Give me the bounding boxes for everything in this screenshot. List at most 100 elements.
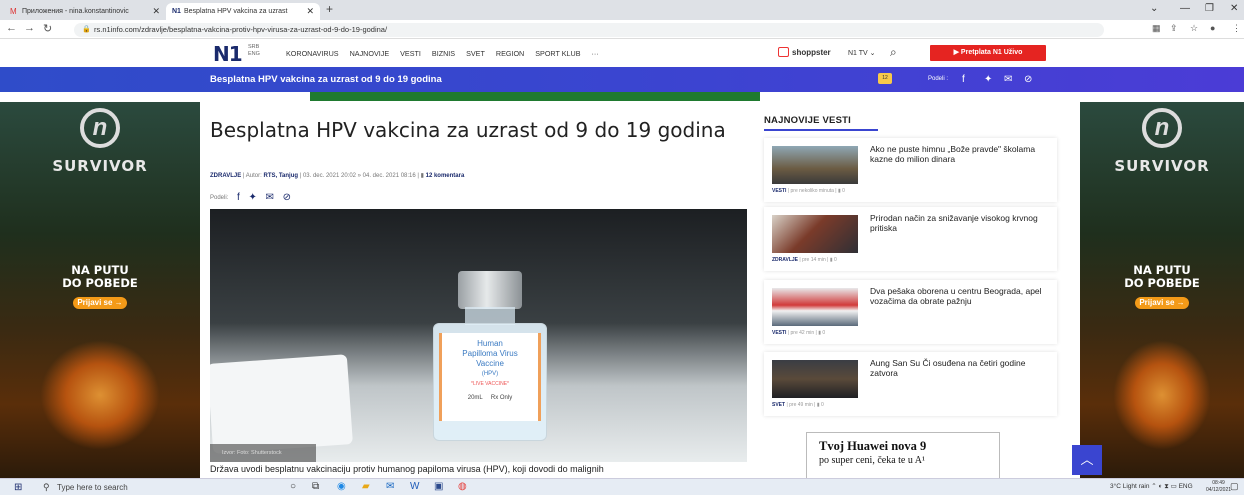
- twitter-icon[interactable]: ✦: [984, 67, 992, 92]
- news-meta: ZDRAVLJE | pre 14 min | ▮ 0: [772, 257, 837, 263]
- comment-icon: ▮: [816, 402, 820, 408]
- profile-icon[interactable]: ●: [1210, 23, 1215, 33]
- vial-label: Human Papilloma Virus Vaccine (HPV) *LIV…: [439, 333, 541, 421]
- task-view-icon[interactable]: ⧉: [312, 481, 319, 492]
- star-icon[interactable]: ☆: [1190, 23, 1198, 34]
- vial-cap: [458, 271, 522, 309]
- menu-icon[interactable]: ⋮: [1232, 23, 1241, 34]
- news-comments: 0: [842, 188, 845, 194]
- edge-icon[interactable]: ◉: [337, 481, 346, 492]
- weather-text[interactable]: 3°C Light rain: [1110, 483, 1149, 490]
- windows-start-icon[interactable]: ⊞: [14, 482, 22, 493]
- article-photo[interactable]: Human Papilloma Virus Vaccine (HPV) *LIV…: [210, 209, 747, 462]
- n1tv-label: N1 TV: [848, 50, 868, 57]
- vial-bottom: 20mL Rx Only: [442, 393, 538, 403]
- menu-item[interactable]: VESTI: [400, 49, 421, 58]
- url-field[interactable]: 🔒 rs.n1info.com/zdravlje/besplatna-vakci…: [74, 23, 1104, 37]
- reload-icon[interactable]: ↻: [43, 22, 52, 35]
- article-category[interactable]: ZDRAVLJE: [210, 173, 241, 179]
- shoppster-link[interactable]: shoppster: [778, 47, 831, 57]
- clock[interactable]: 08:49 04/12/2021: [1206, 480, 1231, 494]
- huawei-ad[interactable]: Tvoj Huawei nova 9 po super ceni, čeka t…: [806, 432, 1000, 478]
- link-icon[interactable]: ⊘: [283, 192, 291, 203]
- n1-logo[interactable]: N1: [213, 42, 243, 66]
- scroll-to-top-button[interactable]: ︿: [1072, 445, 1102, 475]
- language-indicator[interactable]: ENG: [1179, 483, 1193, 490]
- menu-item[interactable]: SVET: [466, 49, 485, 58]
- notifications-icon[interactable]: ▢: [1230, 481, 1239, 492]
- news-card[interactable]: Prirodan način za snižavanje visokog krv…: [764, 207, 1057, 271]
- ad-cta-button[interactable]: Prijavi se →: [1135, 297, 1189, 309]
- huawei-ad-line2: po super ceni, čeka te u A¹: [819, 455, 926, 466]
- news-thumbnail: [772, 288, 858, 326]
- mail-icon[interactable]: ✉: [386, 481, 394, 492]
- restore-icon[interactable]: ❐: [1205, 3, 1214, 14]
- forward-icon[interactable]: →: [24, 22, 35, 34]
- nova-logo-icon: n: [1142, 108, 1182, 148]
- news-headline[interactable]: Dva pešaka oborena u centru Beograda, ap…: [870, 286, 1050, 306]
- taskbar-search[interactable]: ⚲ Type here to search: [37, 480, 237, 495]
- close-window-icon[interactable]: ✕: [1230, 3, 1238, 14]
- huawei-ad-line1: Tvoj Huawei nova 9: [819, 439, 927, 453]
- facebook-icon[interactable]: f: [962, 67, 965, 92]
- windows-taskbar: ⊞ ⚲ Type here to search ○ ⧉ ◉ ▰ ✉ W ▣ ◍ …: [0, 478, 1244, 495]
- close-tab-icon[interactable]: ✕: [306, 3, 314, 20]
- ad-cta-label: Prijavi se: [1139, 298, 1175, 307]
- menu-item[interactable]: KORONAVIRUS: [286, 49, 339, 58]
- menu-item[interactable]: SPORT KLUB: [535, 49, 580, 58]
- menu-item[interactable]: REGION: [496, 49, 524, 58]
- file-explorer-icon[interactable]: ▰: [362, 481, 370, 492]
- article-lead: Država uvodi besplatnu vakcinaciju proti…: [210, 464, 604, 474]
- new-tab-icon[interactable]: +: [326, 2, 333, 16]
- article-dates: 03. dec. 2021 20:02 » 04. dec. 2021 08:1…: [302, 173, 416, 179]
- top-ad-strip[interactable]: [310, 92, 760, 101]
- shoppster-label: shoppster: [792, 48, 831, 57]
- link-icon[interactable]: ⊘: [1024, 67, 1032, 92]
- survivor-ad-right[interactable]: n SURVIVOR NA PUTU DO POBEDE Prijavi se →: [1080, 102, 1244, 478]
- extensions-icon[interactable]: ▦: [1152, 23, 1161, 34]
- news-card[interactable]: Aung San Su Či osuđena na četiri godine …: [764, 352, 1057, 416]
- twitter-icon[interactable]: ✦: [248, 192, 256, 203]
- email-icon[interactable]: ✉: [1004, 67, 1012, 92]
- menu-more[interactable]: ···: [592, 49, 599, 58]
- search-icon[interactable]: ⌕: [890, 45, 897, 60]
- news-category[interactable]: SVET: [772, 402, 785, 408]
- back-icon[interactable]: ←: [6, 22, 17, 34]
- browser-tab-active[interactable]: N1 Besplatna HPV vakcina za uzrast ✕: [166, 3, 320, 20]
- news-headline[interactable]: Prirodan način za snižavanje visokog krv…: [870, 213, 1050, 233]
- article-comments-link[interactable]: 12 komentara: [426, 173, 465, 179]
- latest-news-heading: NAJNOVIJE VESTI: [764, 115, 851, 126]
- news-meta: SVET | pre 49 min | ▮ 0: [772, 402, 824, 408]
- chrome-icon[interactable]: ◍: [458, 481, 467, 492]
- minimize-icon[interactable]: —: [1180, 3, 1190, 14]
- share-icon[interactable]: ⇪: [1170, 23, 1178, 34]
- news-category[interactable]: ZDRAVLJE: [772, 257, 798, 263]
- email-icon[interactable]: ✉: [266, 192, 274, 203]
- close-tab-icon[interactable]: ✕: [152, 3, 160, 20]
- menu-item[interactable]: NAJNOVIJE: [350, 49, 390, 58]
- cortana-icon[interactable]: ○: [290, 481, 296, 492]
- ad-cta-button[interactable]: Prijavi se →: [73, 297, 127, 309]
- ad-line2: DO POBEDE: [62, 276, 138, 290]
- news-card[interactable]: Dva pešaka oborena u centru Beograda, ap…: [764, 280, 1057, 344]
- language-switcher[interactable]: SRB ENG: [248, 44, 260, 58]
- n1tv-dropdown[interactable]: N1 TV ⌄: [848, 49, 876, 57]
- store-icon[interactable]: ▣: [434, 481, 443, 492]
- news-card[interactable]: Ako ne puste himnu „Bože pravde" školama…: [764, 138, 1057, 202]
- news-headline[interactable]: Ako ne puste himnu „Bože pravde" školama…: [870, 144, 1050, 164]
- vial-live: *LIVE VACCINE*: [471, 381, 509, 387]
- ad-brand: SURVIVOR: [52, 157, 148, 175]
- facebook-icon[interactable]: f: [237, 192, 240, 203]
- subscribe-button[interactable]: ▶ Pretplata N1 Uživo: [930, 45, 1046, 61]
- news-category[interactable]: VESTI: [772, 330, 786, 336]
- menu-item[interactable]: BIZNIS: [432, 49, 455, 58]
- news-headline[interactable]: Aung San Su Či osuđena na četiri godine …: [870, 358, 1050, 378]
- survivor-ad-left[interactable]: n SURVIVOR NA PUTU DO POBEDE Prijavi se →: [0, 102, 200, 478]
- system-tray: 3°C Light rain ⌃ ◐ ⧗ ▭ ENG: [1110, 483, 1193, 490]
- news-category[interactable]: VESTI: [772, 188, 786, 194]
- word-icon[interactable]: W: [410, 481, 419, 492]
- browser-tab[interactable]: M Приложения - nina.konstantinovic ✕: [4, 3, 166, 20]
- tab-search-icon[interactable]: ⌄: [1150, 3, 1158, 14]
- comment-count-badge[interactable]: 12: [878, 73, 892, 84]
- subscribe-label: Pretplata N1 Uživo: [960, 49, 1023, 56]
